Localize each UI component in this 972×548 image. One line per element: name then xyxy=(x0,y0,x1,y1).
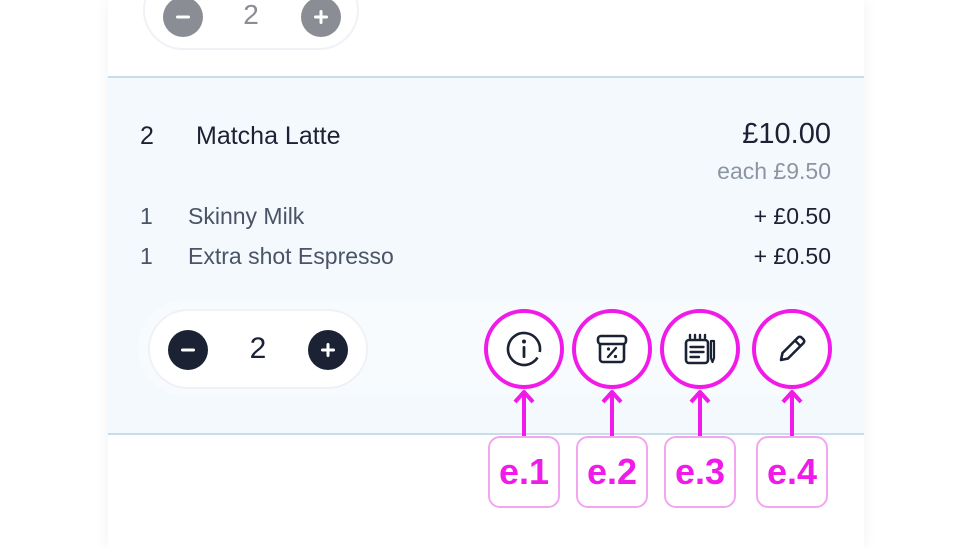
item-total-price: £10.00 xyxy=(742,118,831,150)
plus-icon xyxy=(321,343,335,357)
annotation-label: e.3 xyxy=(664,436,736,508)
divider xyxy=(108,433,864,435)
discount-icon xyxy=(596,334,628,364)
annotation-label: e.1 xyxy=(488,436,560,508)
annotation-arrow-icon xyxy=(781,390,803,436)
modifier-name: Skinny Milk xyxy=(188,203,305,229)
item-name: Matcha Latte xyxy=(196,122,341,150)
quantity-stepper: 2 xyxy=(148,309,368,389)
annotation-arrow-icon xyxy=(689,390,711,436)
modifier-name: Extra shot Espresso xyxy=(188,243,394,269)
modifier-price: + £0.50 xyxy=(753,203,831,229)
item-each-price: each £9.50 xyxy=(717,158,831,184)
modifier-quantity: 1 xyxy=(140,243,153,269)
modifier-quantity: 1 xyxy=(140,203,153,229)
discount-button[interactable] xyxy=(572,309,652,389)
annotation-arrow-icon xyxy=(601,390,623,436)
edit-icon xyxy=(779,335,806,362)
increment-button[interactable] xyxy=(301,0,341,37)
info-icon xyxy=(506,331,542,367)
annotation-label: e.2 xyxy=(576,436,648,508)
notes-icon xyxy=(684,333,716,365)
info-button[interactable] xyxy=(484,309,564,389)
edit-button[interactable] xyxy=(752,309,832,389)
modifier-price: + £0.50 xyxy=(753,243,831,269)
item-quantity: 2 xyxy=(140,122,154,150)
plus-icon xyxy=(314,10,328,24)
increment-button[interactable] xyxy=(308,330,348,370)
annotation-arrow-icon xyxy=(513,390,535,436)
previous-item-stepper: 2 xyxy=(143,0,359,50)
annotation-label: e.4 xyxy=(756,436,828,508)
notes-button[interactable] xyxy=(660,309,740,389)
